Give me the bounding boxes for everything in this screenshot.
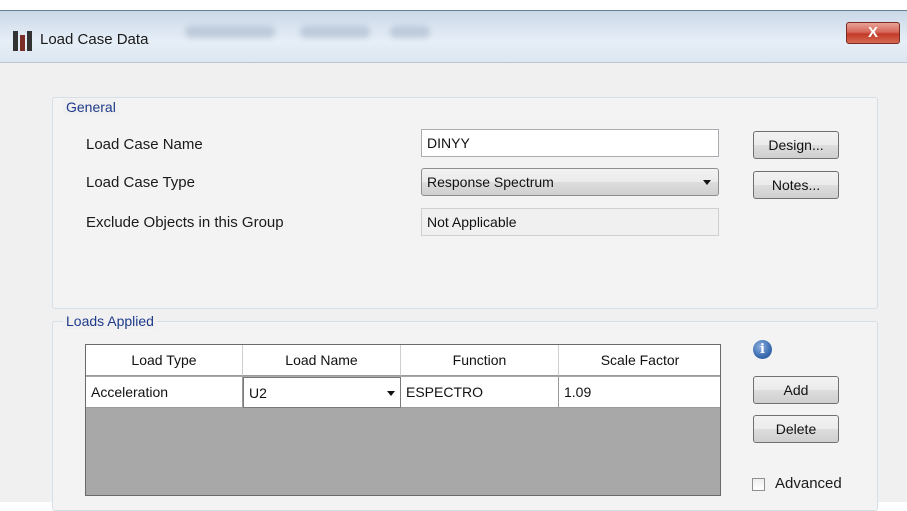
column-header[interactable]: Load Type: [86, 345, 243, 376]
exclude-group-label: Exclude Objects in this Group: [86, 214, 284, 231]
table-cell-scale-factor[interactable]: 1.09: [559, 377, 720, 408]
close-icon: X: [867, 24, 878, 41]
loads-applied-group-label: Loads Applied: [63, 313, 157, 329]
load-name-select[interactable]: U2: [243, 377, 401, 408]
load-name-value: U2: [249, 385, 267, 401]
general-group-label: General: [63, 99, 119, 115]
load-case-name-input[interactable]: DINYY: [421, 129, 719, 157]
add-button[interactable]: Add: [753, 376, 839, 404]
design-button[interactable]: Design...: [753, 131, 839, 159]
window-title: Load Case Data: [40, 31, 149, 48]
title-bar: Load Case Data X: [0, 11, 907, 63]
table-cell-load-type[interactable]: Acceleration: [86, 377, 243, 408]
column-header[interactable]: Function: [401, 345, 559, 376]
exclude-group-field: Not Applicable: [421, 208, 719, 236]
notes-button[interactable]: Notes...: [753, 171, 839, 199]
delete-button[interactable]: Delete: [753, 415, 839, 443]
load-case-type-label: Load Case Type: [86, 174, 195, 191]
close-button[interactable]: X: [846, 22, 900, 44]
background-blur: [390, 26, 430, 38]
load-case-type-value: Response Spectrum: [427, 174, 554, 190]
background-blur: [185, 26, 275, 38]
advanced-label[interactable]: Advanced: [775, 475, 842, 492]
load-case-name-label: Load Case Name: [86, 136, 203, 153]
column-header[interactable]: Load Name: [243, 345, 401, 376]
advanced-checkbox[interactable]: [752, 478, 765, 491]
load-case-type-select[interactable]: Response Spectrum: [421, 168, 719, 196]
background-blur: [300, 26, 370, 38]
column-header[interactable]: Scale Factor: [559, 345, 720, 376]
loads-applied-table: Load Type Load Name Function Scale Facto…: [85, 344, 721, 496]
app-icon: [13, 31, 35, 51]
chevron-down-icon: [387, 391, 395, 396]
load-case-data-window: Load Case Data X General Load Case Name …: [0, 10, 907, 511]
info-icon[interactable]: i: [753, 340, 772, 359]
table-cell-function[interactable]: ESPECTRO: [401, 377, 559, 408]
chevron-down-icon: [703, 180, 711, 185]
